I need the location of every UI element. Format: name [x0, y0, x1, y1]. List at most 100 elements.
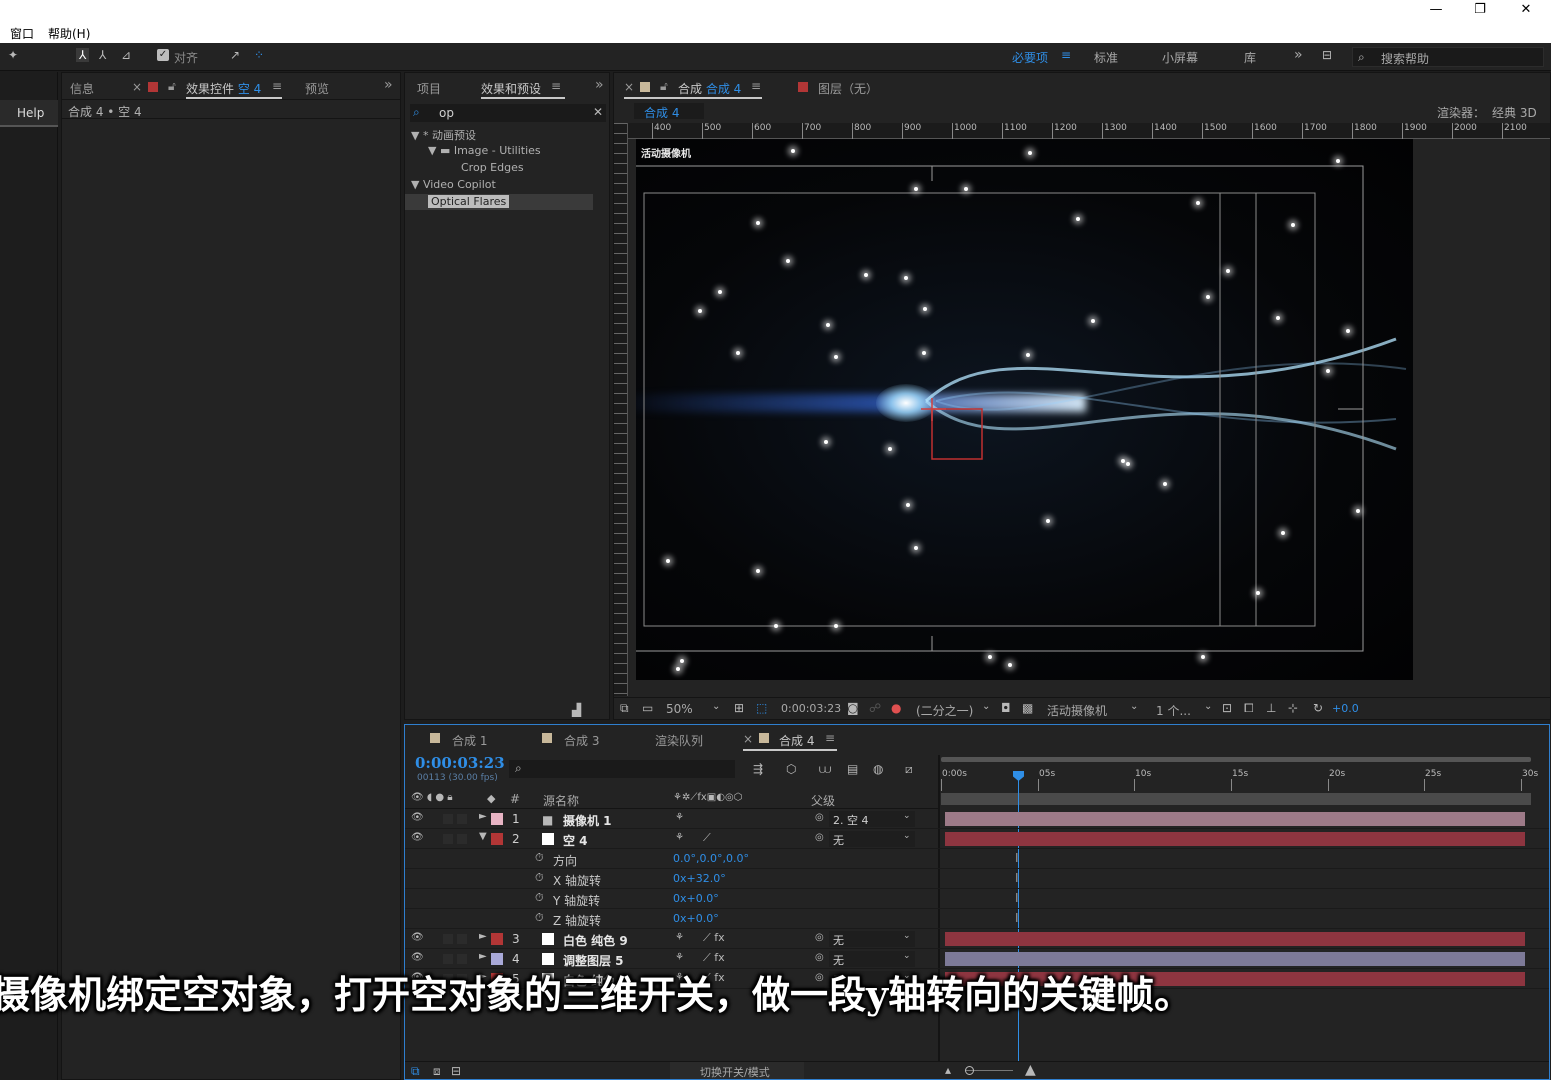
keyframe-marker-icon[interactable]: I	[1015, 911, 1019, 925]
tab-close-icon[interactable]: ×	[132, 80, 142, 94]
panel-overflow-icon[interactable]: »	[595, 77, 604, 93]
workspace-sync-icon[interactable]: ⊟	[1322, 48, 1332, 62]
layer-label-color[interactable]	[491, 933, 503, 945]
tree-item[interactable]: ▼ * 动画预设	[405, 126, 593, 142]
clear-search-icon[interactable]: ✕	[593, 105, 603, 119]
channel-icon[interactable]: ●	[891, 701, 901, 715]
close-icon[interactable]: ✕	[1516, 2, 1536, 20]
3d-view-icon[interactable]: ⊥	[1266, 701, 1276, 715]
eye-icon[interactable]: 👁︎	[411, 832, 424, 843]
zoom-in-icon[interactable]: ▲	[1025, 1062, 1036, 1078]
align-checkbox[interactable]: ✓	[157, 49, 169, 61]
snap-icon[interactable]: ↗	[230, 48, 240, 62]
layer-name[interactable]: 空 4	[563, 832, 588, 849]
tab-project[interactable]: 项目	[417, 80, 441, 97]
parent-select[interactable]: 无 ⌄	[829, 931, 915, 947]
tree-item[interactable]: Optical Flares	[405, 194, 593, 210]
pickwhip-icon[interactable]: ◎	[815, 932, 824, 943]
stopwatch-icon[interactable]: ⏱︎	[535, 871, 544, 885]
solo-toggle[interactable]	[443, 814, 453, 824]
property-row[interactable]: ⏱︎ Z 轴旋转 0x+0.0° I	[405, 909, 1549, 929]
tree-item[interactable]: ▼ Video Copilot	[405, 177, 593, 193]
shy-switch-icon[interactable]: ⚘	[675, 932, 684, 943]
menu-help[interactable]: 帮助(H)	[48, 25, 90, 42]
view-axis-icon[interactable]: ⊿	[121, 48, 131, 62]
property-value[interactable]: 0x+32.0°	[673, 872, 726, 885]
workspace-small-screen[interactable]: 小屏幕	[1162, 49, 1198, 66]
monitor-icon[interactable]: ▭	[642, 701, 653, 715]
local-axis-icon[interactable]: ⅄	[76, 48, 90, 62]
camera-select[interactable]: 活动摄像机	[1047, 702, 1107, 719]
help-search-field[interactable]: ⌕ 搜索帮助	[1352, 47, 1544, 67]
lock-toggle[interactable]	[457, 814, 467, 824]
expand-arrow-icon[interactable]: ►	[479, 951, 487, 962]
layer-name[interactable]: 摄像机 1	[563, 812, 612, 829]
property-row[interactable]: ⏱︎ X 轴旋转 0x+32.0° I	[405, 869, 1549, 889]
in-out-icon[interactable]: ⊟	[451, 1064, 461, 1078]
property-value[interactable]: 0.0°,0.0°,0.0°	[673, 852, 749, 865]
workspace-overflow-icon[interactable]: »	[1294, 47, 1303, 63]
resolution-select[interactable]: (二分之一)	[916, 702, 973, 719]
tab-layer[interactable]: 图层（无）	[818, 80, 878, 97]
stopwatch-icon[interactable]: ⏱︎	[535, 911, 544, 925]
shy-icon[interactable]: ⩊	[819, 762, 831, 777]
panel-menu-icon[interactable]: ≡	[825, 731, 835, 745]
current-timecode[interactable]: 0:00:03:23	[415, 754, 505, 772]
layer-label-color[interactable]	[491, 833, 503, 845]
layer-row[interactable]: 👁︎ ► 1 ■ 摄像机 1 ⚘ ◎ 2. 空 4 ⌄	[405, 809, 1549, 829]
lock-icon[interactable]: 🔓︎	[168, 79, 176, 94]
layer-switches-icon[interactable]: ⧉	[411, 1064, 420, 1079]
column-source-name[interactable]: 源名称	[543, 792, 579, 809]
tab-render-queue[interactable]: 渲染队列	[655, 732, 703, 749]
shy-switch-icon[interactable]: ⚘	[675, 812, 684, 823]
tab-preview[interactable]: 预览	[305, 80, 329, 97]
time-navigator[interactable]	[941, 793, 1531, 805]
tab-effects-controls[interactable]: 效果控件 空 4	[186, 80, 261, 97]
comp-flowchart-icon[interactable]: ⇶	[753, 762, 763, 776]
toggle-pixel-icon[interactable]: ⊡	[1222, 701, 1232, 715]
show-snapshot-icon[interactable]: ☍	[869, 701, 881, 715]
tab-comp-4[interactable]: 合成 4	[779, 732, 814, 749]
pickwhip-icon[interactable]: ◎	[815, 952, 824, 963]
exposure-icon[interactable]: ↻	[1313, 701, 1323, 715]
layer-duration-bar[interactable]	[945, 812, 1525, 826]
quality-switch-icon[interactable]: ⟋ fx	[703, 951, 725, 965]
lock-toggle[interactable]	[457, 954, 467, 964]
workspace-standard[interactable]: 标准	[1094, 49, 1118, 66]
tree-item[interactable]: ▼ ▬ Image - Utilities	[405, 143, 593, 159]
exposure-value[interactable]: +0.0	[1332, 702, 1359, 715]
solo-toggle[interactable]	[443, 834, 453, 844]
solo-toggle[interactable]	[443, 954, 453, 964]
zoom-out-icon[interactable]: ▴	[945, 1063, 951, 1077]
panel-menu-icon[interactable]: ≡	[272, 79, 282, 93]
motion-blur-icon[interactable]: ◍	[873, 762, 883, 776]
lock-toggle[interactable]	[457, 834, 467, 844]
reset-exposure-icon[interactable]: ⧠	[1244, 701, 1254, 716]
lock-toggle[interactable]	[457, 934, 467, 944]
layer-label-color[interactable]	[491, 813, 503, 825]
pin-icon[interactable]: ✦	[8, 48, 18, 62]
keyframe-marker-icon[interactable]: I	[1015, 851, 1019, 865]
zoom-select[interactable]: 50%	[666, 702, 693, 716]
pickwhip-icon[interactable]: ◎	[815, 812, 824, 823]
pickwhip-icon[interactable]: ◎	[815, 832, 824, 843]
restore-icon[interactable]: ❐	[1470, 2, 1490, 20]
tab-comp-1[interactable]: 合成 1	[452, 732, 487, 749]
eye-icon[interactable]: 👁︎	[411, 812, 424, 823]
snap-grid-icon[interactable]: ⁘	[254, 48, 264, 62]
tab-composition[interactable]: 合成 合成 4	[678, 80, 741, 97]
expand-arrow-icon[interactable]: ►	[479, 811, 487, 822]
flowchart-icon[interactable]: ⊹	[1288, 701, 1298, 715]
toggle-switches-modes[interactable]: 切换开关/模式	[670, 1062, 804, 1079]
transfer-controls-icon[interactable]: ⧈	[433, 1064, 441, 1079]
draft-3d-icon[interactable]: ⬡	[786, 762, 796, 776]
property-row[interactable]: ⏱︎ 方向 0.0°,0.0°,0.0° I	[405, 849, 1549, 869]
property-value[interactable]: 0x+0.0°	[673, 912, 719, 925]
new-folder-icon[interactable]: ▟	[572, 703, 581, 717]
solo-toggle[interactable]	[443, 934, 453, 944]
lock-icon[interactable]: 🔓︎	[660, 79, 668, 94]
transparency-grid-icon[interactable]: ▩	[1022, 701, 1033, 715]
eye-icon[interactable]: 👁︎	[411, 932, 424, 943]
tree-item[interactable]: Crop Edges	[405, 160, 593, 176]
workspace-essentials[interactable]: 必要项	[1012, 49, 1048, 66]
